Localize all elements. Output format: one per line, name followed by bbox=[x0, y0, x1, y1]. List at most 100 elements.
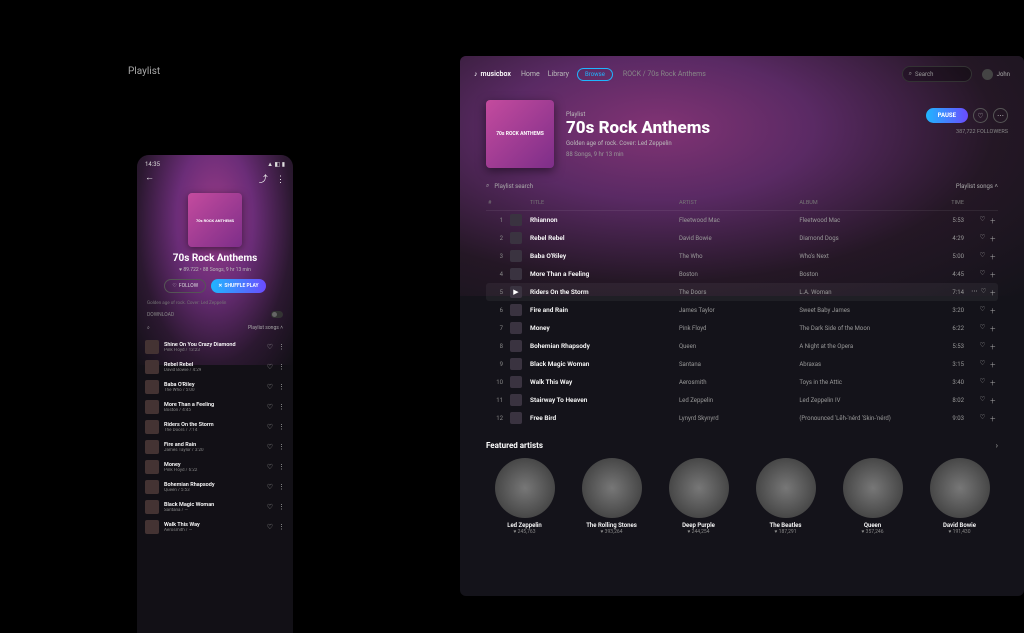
like-icon[interactable]: ♡ bbox=[267, 403, 273, 411]
artist-item[interactable]: Queen♥ 357,246 bbox=[834, 458, 911, 535]
artist-item[interactable]: Deep Purple♥ 244,254 bbox=[660, 458, 737, 535]
add-icon[interactable]: ＋ bbox=[990, 395, 997, 405]
pause-button[interactable]: PAUSE bbox=[926, 108, 968, 123]
follow-button[interactable]: ♡ FOLLOW bbox=[164, 279, 206, 293]
like-icon[interactable]: ♡ bbox=[980, 377, 986, 387]
search-input[interactable]: ⌕Search bbox=[902, 66, 972, 82]
table-row[interactable]: 3Baba O'RileyThe WhoWho's Next5:00♡＋ bbox=[486, 247, 998, 265]
more-icon[interactable]: ⋮ bbox=[278, 443, 285, 451]
artist-item[interactable]: Led Zeppelin♥ 245,763 bbox=[486, 458, 563, 535]
like-icon[interactable]: ♡ bbox=[267, 523, 273, 531]
search-icon[interactable]: ⌕ bbox=[147, 325, 150, 331]
more-icon[interactable]: ⋯ bbox=[971, 287, 978, 297]
like-icon[interactable]: ♡ bbox=[980, 251, 986, 261]
like-icon[interactable]: ♡ bbox=[980, 359, 986, 369]
more-icon[interactable]: ⋮ bbox=[278, 503, 285, 511]
download-toggle[interactable] bbox=[271, 311, 283, 318]
more-icon[interactable]: ⋮ bbox=[278, 363, 285, 371]
table-row[interactable]: 6Fire and RainJames TaylorSweet Baby Jam… bbox=[486, 301, 998, 319]
add-icon[interactable]: ＋ bbox=[990, 269, 997, 279]
nav-library[interactable]: Library bbox=[548, 70, 569, 78]
artist-item[interactable]: The Rolling Stones♥ 393,264 bbox=[573, 458, 650, 535]
like-icon[interactable]: ♡ bbox=[980, 305, 986, 315]
like-icon[interactable]: ♡ bbox=[267, 383, 273, 391]
add-icon[interactable]: ＋ bbox=[990, 233, 997, 243]
like-icon[interactable]: ♡ bbox=[980, 233, 986, 243]
share-icon[interactable]: ⤴ bbox=[259, 175, 268, 185]
like-icon[interactable]: ♡ bbox=[980, 413, 986, 423]
like-icon[interactable]: ♡ bbox=[267, 503, 273, 511]
table-row[interactable]: 4More Than a FeelingBostonBoston4:45♡＋ bbox=[486, 265, 998, 283]
more-icon[interactable]: ⋮ bbox=[278, 343, 285, 351]
like-icon[interactable]: ♡ bbox=[980, 269, 986, 279]
list-item[interactable]: Walk This WayAerosmith / —♡⋮ bbox=[143, 517, 287, 537]
like-icon[interactable]: ♡ bbox=[981, 287, 987, 297]
more-icon[interactable]: ⋮ bbox=[278, 483, 285, 491]
like-icon[interactable]: ♡ bbox=[973, 108, 988, 123]
like-icon[interactable]: ♡ bbox=[267, 423, 273, 431]
list-item[interactable]: Baba O'RileyThe Who / 5:00♡⋮ bbox=[143, 377, 287, 397]
back-icon[interactable]: ← bbox=[145, 172, 154, 185]
more-icon[interactable]: ⋮ bbox=[278, 463, 285, 471]
nav-browse[interactable]: Browse bbox=[577, 68, 613, 81]
table-row[interactable]: 8Bohemian RhapsodyQueenA Night at the Op… bbox=[486, 337, 998, 355]
add-icon[interactable]: ＋ bbox=[990, 305, 997, 315]
crumb-root[interactable]: ROCK bbox=[623, 70, 641, 78]
like-icon[interactable]: ♡ bbox=[980, 215, 986, 225]
add-icon[interactable]: ＋ bbox=[990, 323, 997, 333]
add-icon[interactable]: ＋ bbox=[990, 359, 997, 369]
like-icon[interactable]: ♡ bbox=[267, 483, 273, 491]
list-item[interactable]: Fire and RainJames Taylor / 3:20♡⋮ bbox=[143, 437, 287, 457]
kicker: Playlist bbox=[566, 111, 914, 118]
table-row[interactable]: 9Black Magic WomanSantanaAbraxas3:15♡＋ bbox=[486, 355, 998, 373]
play-icon[interactable]: ▶ bbox=[510, 286, 522, 298]
chevron-right-icon[interactable]: › bbox=[996, 441, 998, 450]
artist-item[interactable]: The Beatles♥ 187,291 bbox=[747, 458, 824, 535]
artist-item[interactable]: David Bowie♥ 191,430 bbox=[921, 458, 998, 535]
table-row[interactable]: 1RhiannonFleetwood MacFleetwood Mac5:53♡… bbox=[486, 211, 998, 229]
table-row[interactable]: 7MoneyPink FloydThe Dark Side of the Moo… bbox=[486, 319, 998, 337]
add-icon[interactable]: ＋ bbox=[990, 413, 997, 423]
add-icon[interactable]: ＋ bbox=[990, 251, 997, 261]
add-icon[interactable]: ＋ bbox=[990, 341, 997, 351]
more-icon[interactable]: ⋮ bbox=[278, 403, 285, 411]
search-icon[interactable]: ⌕ bbox=[486, 182, 489, 190]
like-icon[interactable]: ♡ bbox=[980, 323, 986, 333]
playlist-search-input[interactable]: Playlist search bbox=[494, 183, 533, 190]
like-icon[interactable]: ♡ bbox=[267, 463, 273, 471]
brand-logo[interactable]: ♪ musicbox bbox=[474, 70, 511, 78]
track-byline: Pink Floyd / 6:22 bbox=[164, 468, 262, 473]
table-row[interactable]: 11Stairway To HeavenLed ZeppelinLed Zepp… bbox=[486, 391, 998, 409]
like-icon[interactable]: ♡ bbox=[980, 395, 986, 405]
add-icon[interactable]: ＋ bbox=[990, 377, 997, 387]
list-item[interactable]: More Than a FeelingBoston / 4:45♡⋮ bbox=[143, 397, 287, 417]
list-item[interactable]: Bohemian RhapsodyQueen / 5:53♡⋮ bbox=[143, 477, 287, 497]
playlist-songs-toggle[interactable]: Playlist songs ˄ bbox=[248, 325, 283, 331]
list-item[interactable]: Rebel RebelDavid Bowie / 4:29♡⋮ bbox=[143, 357, 287, 377]
add-icon[interactable]: ＋ bbox=[990, 215, 997, 225]
like-icon[interactable]: ♡ bbox=[267, 363, 273, 371]
more-icon[interactable]: ⋯ bbox=[993, 108, 1008, 123]
like-icon[interactable]: ♡ bbox=[980, 341, 986, 351]
table-row[interactable]: 10Walk This WayAerosmithToys in the Atti… bbox=[486, 373, 998, 391]
like-icon[interactable]: ♡ bbox=[267, 443, 273, 451]
table-row[interactable]: 5▶Riders On the StormThe DoorsL.A. Woman… bbox=[486, 283, 998, 301]
track-byline: Boston / 4:45 bbox=[164, 408, 262, 413]
nav-home[interactable]: Home bbox=[521, 70, 540, 78]
shuffle-play-button[interactable]: ✕ SHUFFLE PLAY bbox=[211, 279, 265, 293]
more-icon[interactable]: ⋮ bbox=[278, 423, 285, 431]
more-icon[interactable]: ⋮ bbox=[276, 175, 285, 185]
table-row[interactable]: 12Free BirdLynyrd Skynyrd(Pronounced 'Lĕ… bbox=[486, 409, 998, 427]
more-icon[interactable]: ⋮ bbox=[278, 383, 285, 391]
user-name[interactable]: John bbox=[997, 71, 1010, 78]
list-item[interactable]: Black Magic WomanSantana / —♡⋮ bbox=[143, 497, 287, 517]
more-icon[interactable]: ⋮ bbox=[278, 523, 285, 531]
like-icon[interactable]: ♡ bbox=[267, 343, 273, 351]
playlist-songs-toggle[interactable]: Playlist songs ˄ bbox=[956, 183, 998, 190]
avatar[interactable] bbox=[982, 69, 993, 80]
list-item[interactable]: Riders On the StormThe Doors / 7:14♡⋮ bbox=[143, 417, 287, 437]
table-row[interactable]: 2Rebel RebelDavid BowieDiamond Dogs4:29♡… bbox=[486, 229, 998, 247]
add-icon[interactable]: ＋ bbox=[990, 287, 997, 297]
list-item[interactable]: MoneyPink Floyd / 6:22♡⋮ bbox=[143, 457, 287, 477]
list-item[interactable]: Shine On You Crazy DiamondPink Floyd / 1… bbox=[143, 337, 287, 357]
